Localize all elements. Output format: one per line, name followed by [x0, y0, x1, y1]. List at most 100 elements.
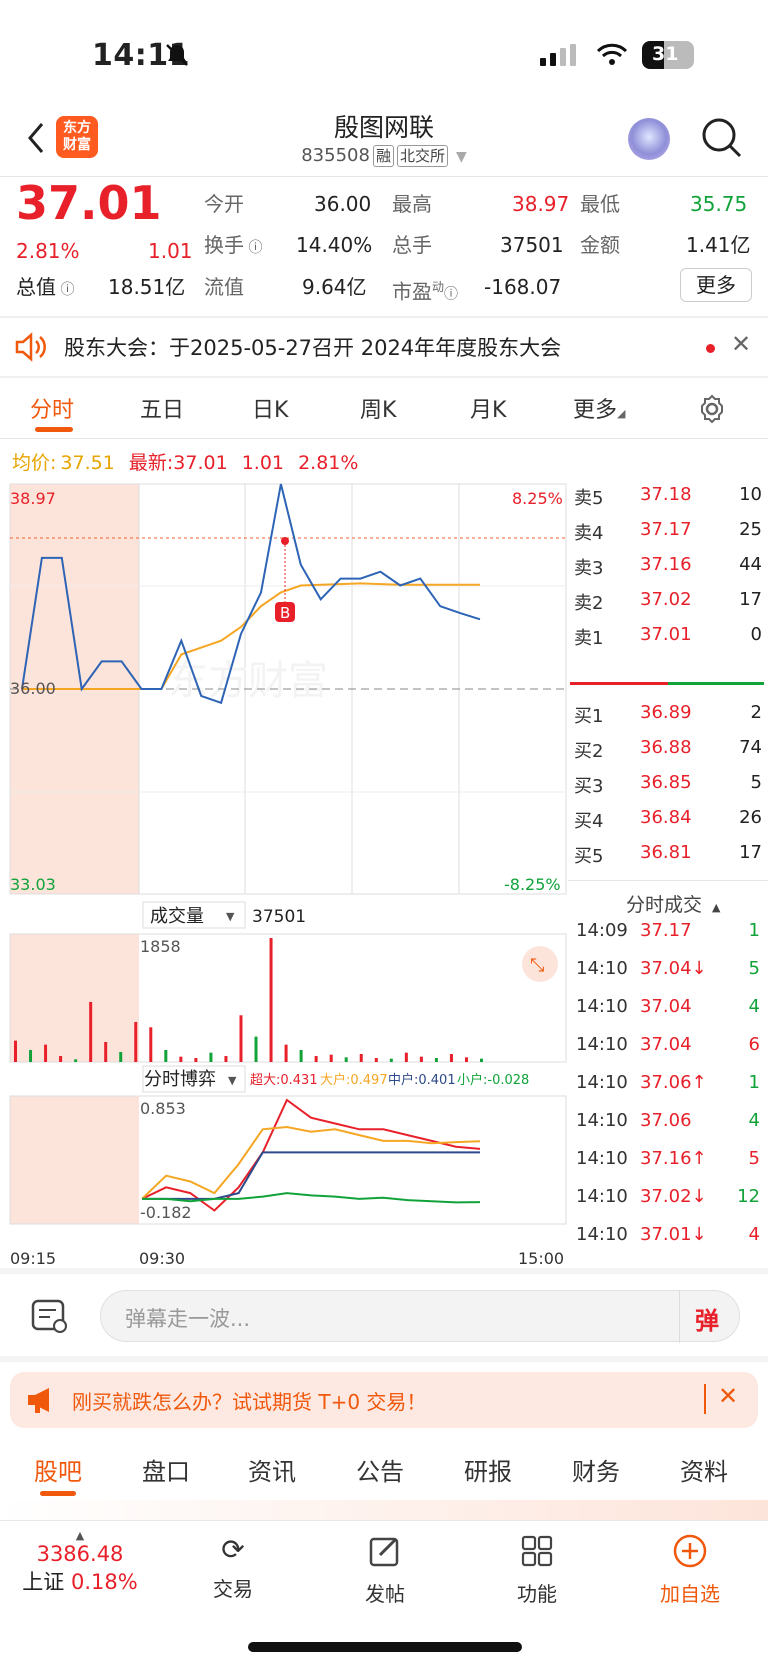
turnover-value: 14.40%	[296, 233, 373, 257]
tick-price: 37.16↑	[640, 1148, 707, 1169]
ask-volume: 44	[739, 554, 762, 575]
high-value: 38.97	[512, 192, 570, 216]
volume-chart: 成交量 ▼ 37501 1858 ⤡	[9, 901, 567, 1063]
fund-small: 小户:-0.028	[457, 1072, 529, 1088]
y-min-label: 33.03	[10, 875, 56, 894]
info-icon: ⓘ	[56, 282, 75, 298]
fund-max-label: 0.853	[140, 1099, 186, 1118]
tick-time: 14:10	[576, 1148, 628, 1169]
last-price: 37.01	[16, 176, 162, 230]
ask-price: 37.18	[640, 484, 692, 505]
exchange-tag: 北交所	[396, 145, 448, 167]
pe-label[interactable]: 市盈动ⓘ	[392, 274, 458, 308]
home-indicator[interactable]	[248, 1642, 522, 1652]
tick-price: 37.04	[640, 996, 692, 1017]
amount-value: 1.41亿	[686, 233, 751, 257]
ask-volume: 10	[739, 484, 762, 505]
tab-profile[interactable]: 资料	[680, 1452, 728, 1487]
tab-more[interactable]: 更多◢	[573, 392, 625, 424]
tab-finance[interactable]: 财务	[572, 1452, 620, 1487]
info-icon: ⓘ	[244, 240, 263, 256]
status-bar: 14:11 31	[0, 0, 768, 105]
plus-circle-icon	[673, 1534, 707, 1568]
tab-daily-k[interactable]: 日K	[252, 392, 288, 424]
bid-volume: 26	[739, 807, 762, 828]
volume-total: 37501	[252, 907, 306, 927]
change-value: 1.01	[148, 239, 193, 263]
ask-label: 卖3	[574, 558, 604, 579]
tab-weekly-k[interactable]: 周K	[360, 392, 396, 424]
volume-bar	[224, 1055, 228, 1062]
tick-volume: 12	[737, 1186, 760, 1207]
open-value: 36.00	[314, 192, 372, 216]
tab-guba[interactable]: 股吧	[34, 1452, 82, 1487]
post-button[interactable]: 发帖	[350, 1533, 420, 1607]
fund-mid: 中户:0.401	[388, 1072, 456, 1088]
unread-dot	[706, 344, 715, 353]
open-label: 今开	[204, 192, 244, 216]
tab-research[interactable]: 研报	[464, 1452, 512, 1487]
volume-bar	[119, 1051, 123, 1062]
index-widget[interactable]: ▲ 3386.48 上证 0.18%	[20, 1529, 140, 1596]
more-quote-button[interactable]: 更多	[680, 268, 752, 302]
volume-bar	[359, 1053, 363, 1062]
tick-price: 37.06↑	[640, 1072, 707, 1093]
tab-monthly-k[interactable]: 月K	[470, 392, 506, 424]
close-icon[interactable]: ✕	[731, 330, 751, 358]
intraday-chart[interactable]: 东方财富 B 38.97 36.00 33.03 8.25% -8.25% 成交…	[0, 474, 570, 1274]
tick-volume: 1	[748, 1072, 760, 1093]
tick-price: 37.02↓	[640, 1186, 707, 1207]
caret-down-icon: ▼	[226, 910, 235, 923]
ask-price: 37.02	[640, 589, 692, 610]
y-max-label: 38.97	[10, 489, 56, 508]
order-book: 卖5 37.18 10 卖4 37.17 25 卖3 37.16 44 卖2 37.02 17 卖1 37…	[568, 484, 768, 884]
chart-price-info: 均价: 37.51 最新:37.01 1.01 2.81%	[12, 448, 358, 475]
announcement-bar[interactable]: 股东大会：于2025-05-27召开 2024年年度股东大会 ✕	[0, 318, 768, 376]
bid-label: 买4	[574, 811, 604, 832]
danmu-toggle-icon[interactable]	[30, 1298, 70, 1334]
ticks-title[interactable]: 分时成交 ▲	[626, 890, 720, 917]
market-cap-label[interactable]: 总值 ⓘ	[16, 274, 74, 303]
tab-pankou[interactable]: 盘口	[142, 1452, 190, 1487]
search-icon[interactable]	[700, 116, 744, 160]
danmu-send-button[interactable]: 弹	[695, 1301, 719, 1336]
function-button[interactable]: 功能	[502, 1533, 572, 1607]
volume-bar	[179, 1056, 183, 1062]
fund-min-label: -0.182	[140, 1203, 192, 1222]
volume-bar	[239, 1015, 243, 1062]
bid-price: 36.88	[640, 737, 692, 758]
close-icon[interactable]: ✕	[718, 1382, 738, 1410]
tab-news[interactable]: 资讯	[248, 1452, 296, 1487]
bid-label: 买2	[574, 741, 604, 762]
tick-time: 14:10	[576, 1186, 628, 1207]
add-watchlist-button[interactable]: 加自选	[650, 1533, 730, 1607]
volume-bar	[44, 1044, 48, 1062]
fund-big: 大户:0.497	[320, 1072, 388, 1088]
float-cap-value: 9.64亿	[302, 275, 367, 299]
turnover-label[interactable]: 换手 ⓘ	[204, 232, 262, 261]
tab-notices[interactable]: 公告	[356, 1452, 404, 1487]
index-name: 上证	[22, 1570, 65, 1594]
ask-price: 37.01	[640, 624, 692, 645]
index-pct: 0.18%	[70, 1570, 138, 1594]
tab-intraday[interactable]: 分时	[30, 392, 74, 424]
last-value: 37.01	[173, 452, 228, 474]
robot-assistant-icon[interactable]	[628, 118, 670, 160]
ask-volume: 17	[739, 589, 762, 610]
promo-banner[interactable]: 刚买就跌怎么办？试试期货 T+0 交易！ ✕	[10, 1372, 758, 1428]
bid-price: 36.85	[640, 772, 692, 793]
grid-icon	[521, 1535, 553, 1567]
ask-volume: 25	[739, 519, 762, 540]
tick-volume: 4	[748, 996, 760, 1017]
fund-super: 超大:0.431	[250, 1073, 318, 1088]
tick-time: 14:10	[576, 996, 628, 1017]
volume-bar	[374, 1057, 378, 1062]
low-label: 最低	[580, 192, 620, 216]
danmu-input[interactable]: 弹幕走一波... 弹	[100, 1290, 740, 1343]
margin-tag: 融	[372, 145, 394, 167]
trade-button[interactable]: ⟳ 交易	[198, 1533, 268, 1602]
settings-icon[interactable]	[697, 394, 727, 424]
tick-time: 14:10	[576, 1110, 628, 1131]
signal-icon	[540, 44, 576, 66]
tab-5day[interactable]: 五日	[140, 392, 184, 424]
